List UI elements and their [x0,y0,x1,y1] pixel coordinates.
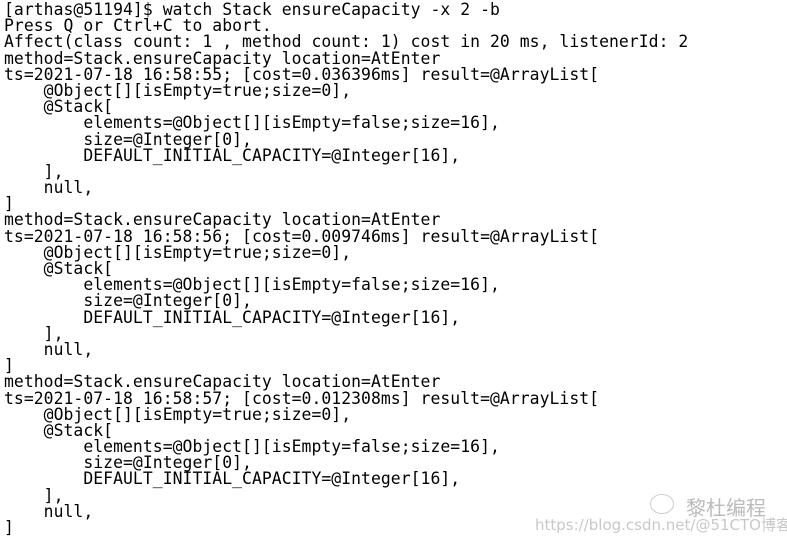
terminal-line: ], [4,485,64,505]
terminal-line: ], [4,161,64,181]
terminal-line: null, [4,178,94,198]
terminal-line: DEFAULT_INITIAL_CAPACITY=@Integer[16], [4,307,461,327]
wechat-icon [650,494,674,514]
terminal-line: null, [4,339,94,359]
terminal-output: [arthas@51194]$ watch Stack ensureCapaci… [4,1,688,536]
terminal-line: ], [4,323,64,343]
terminal-line: DEFAULT_INITIAL_CAPACITY=@Integer[16], [4,469,461,489]
terminal-line: DEFAULT_INITIAL_CAPACITY=@Integer[16], [4,145,461,165]
watermark-source: https://blog.csdn.net/@51CTO博客 [535,516,787,534]
